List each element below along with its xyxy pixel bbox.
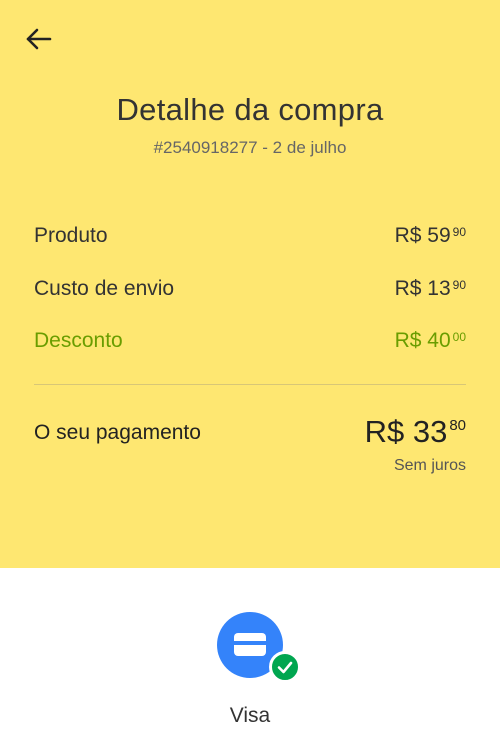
price-cents: 00 bbox=[452, 330, 466, 344]
row-label: Desconto bbox=[34, 329, 123, 352]
order-subtitle: #2540918277 - 2 de julho bbox=[153, 138, 347, 157]
row-product: Produto R$ 59 90 bbox=[34, 221, 466, 251]
payment-currency: R$ bbox=[364, 414, 405, 449]
payment-cents: 80 bbox=[449, 417, 466, 434]
payment-label: O seu pagamento bbox=[34, 421, 201, 444]
row-label: Produto bbox=[34, 224, 108, 247]
price-cents: 90 bbox=[452, 278, 466, 292]
row-discount: Desconto R$ 40 00 bbox=[34, 326, 466, 356]
payment-amount: R$ 33 80 bbox=[365, 414, 466, 450]
payment-method-label: Visa bbox=[229, 704, 271, 727]
installment-note: Sem juros bbox=[393, 457, 466, 474]
price-currency: R$ bbox=[394, 277, 422, 300]
row-price: R$ 13 90 bbox=[395, 277, 466, 301]
row-price: R$ 59 90 bbox=[395, 224, 466, 248]
back-button[interactable] bbox=[24, 26, 54, 52]
arrow-left-icon bbox=[26, 28, 52, 50]
checkmark-glyph bbox=[277, 661, 293, 674]
price-whole: 59 bbox=[427, 224, 451, 247]
check-icon bbox=[269, 651, 301, 683]
price-currency: R$ bbox=[394, 224, 422, 247]
row-label: Custo de envio bbox=[34, 277, 175, 300]
row-price: R$ 40 00 bbox=[395, 329, 466, 353]
purchase-detail-header: Detalhe da compra #2540918277 - 2 de jul… bbox=[0, 0, 500, 568]
price-cents: 90 bbox=[452, 225, 466, 239]
payment-whole: 33 bbox=[412, 414, 448, 449]
price-whole: 13 bbox=[427, 277, 451, 300]
row-shipping: Custo de envio R$ 13 90 bbox=[34, 274, 466, 304]
price-whole: 40 bbox=[427, 329, 451, 352]
card-stripe bbox=[234, 641, 266, 645]
page-title: Detalhe da compra bbox=[116, 92, 384, 127]
divider bbox=[34, 384, 466, 385]
price-currency: R$ bbox=[394, 329, 422, 352]
